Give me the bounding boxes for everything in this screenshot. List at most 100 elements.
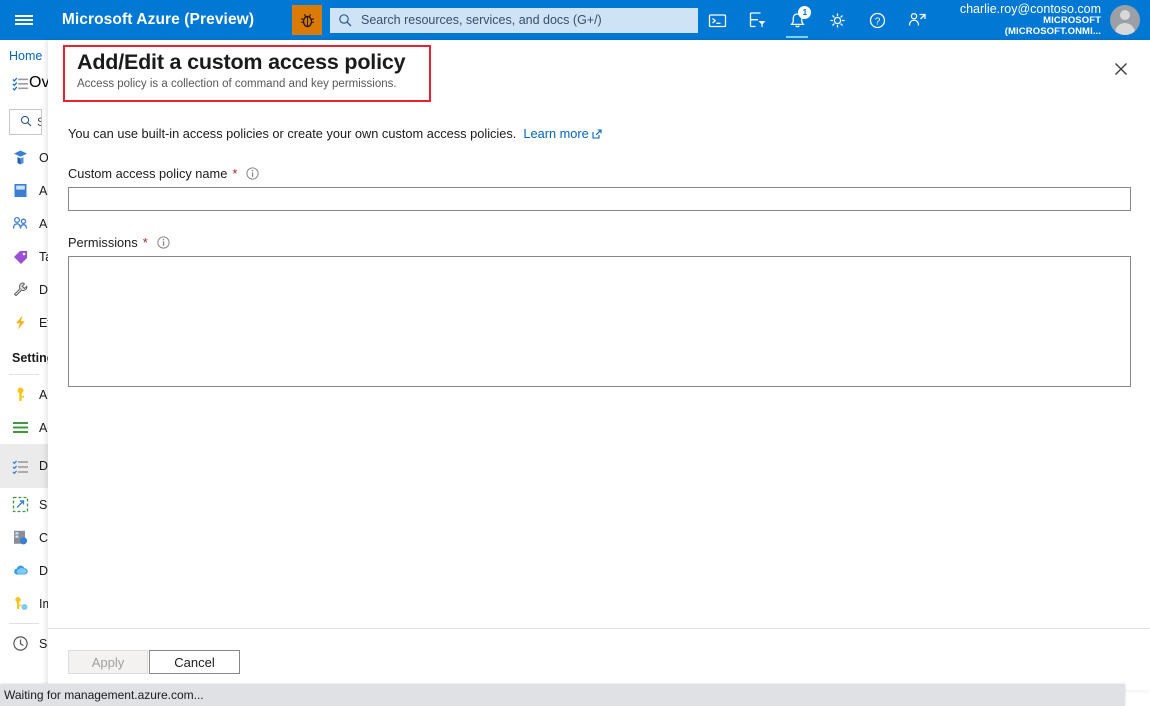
page-title: Add/Edit a custom access policy <box>77 50 406 74</box>
import-key-icon <box>12 595 29 612</box>
sidebar-item-access-control[interactable]: Access control (IAM) <box>0 207 48 240</box>
search-icon <box>338 13 352 27</box>
access-policy-icon <box>12 458 29 475</box>
sidebar-item-label: Import data <box>39 596 48 611</box>
field-label-text: Permissions <box>68 235 138 250</box>
sidebar-item-label: Overview <box>29 74 48 91</box>
intro-text: You can use built-in access policies or … <box>68 126 517 141</box>
sidebar-item-scale[interactable]: Scale <box>0 488 48 521</box>
sidebar-item-overview[interactable]: Overview <box>0 141 48 174</box>
left-navigation-panel: Home Overview Search <box>0 40 48 706</box>
account-info[interactable]: charlie.roy@contoso.com MICROSOFT (MICRO… <box>937 2 1110 38</box>
permissions-label: Permissions * <box>68 235 1130 250</box>
custom-access-policy-name-label: Custom access policy name * <box>68 166 1130 181</box>
cancel-button[interactable]: Cancel <box>149 650 240 674</box>
book-icon <box>12 182 29 199</box>
key-icon <box>12 386 29 403</box>
field-label-text: Custom access policy name <box>68 166 228 181</box>
sidebar-item-events[interactable]: Events <box>0 306 48 339</box>
filter-directory-icon[interactable] <box>738 0 778 40</box>
avatar[interactable] <box>1110 5 1141 35</box>
apply-button[interactable]: Apply <box>68 650 148 674</box>
top-header-bar: Microsoft Azure (Preview) Search resourc… <box>0 0 1150 40</box>
help-question-icon[interactable]: ? <box>857 0 897 40</box>
sidebar-search-input[interactable]: Search <box>9 109 42 135</box>
sidebar-divider <box>9 374 39 375</box>
wrench-icon <box>12 281 29 298</box>
sidebar-item-label: Cluster size <box>39 530 48 545</box>
sidebar-item-label: Access keys <box>39 387 48 402</box>
cloud-shell-icon[interactable] <box>698 0 738 40</box>
settings-gear-icon[interactable] <box>817 0 857 40</box>
sidebar-search-placeholder: Search <box>32 115 41 129</box>
sidebar-item-label: Overview <box>39 150 48 165</box>
search-icon <box>15 115 32 130</box>
page-subtitle: Access policy is a collection of command… <box>77 77 397 90</box>
list-lines-icon <box>12 419 29 436</box>
info-icon[interactable] <box>157 236 170 249</box>
sidebar-item-label: Schedule updates <box>39 636 48 651</box>
required-asterisk: * <box>142 235 148 250</box>
sidebar-item-label: Data Access Configuration <box>39 459 48 473</box>
lightning-icon <box>12 314 29 331</box>
sidebar-item-label: Scale <box>39 497 48 512</box>
sidebar-divider <box>9 623 39 624</box>
notification-badge-count: 1 <box>798 6 812 19</box>
sidebar-item-label: Activity log <box>39 183 48 198</box>
bug-icon[interactable] <box>292 5 322 35</box>
sidebar-item-diagnose[interactable]: Diagnose and solve problems <box>0 273 48 306</box>
intro-text-row: You can use built-in access policies or … <box>68 126 1130 142</box>
global-search-box[interactable] <box>330 7 698 33</box>
permissions-textarea[interactable] <box>68 256 1131 387</box>
sidebar-item-import-data[interactable]: Import data <box>0 587 48 620</box>
checklist-icon <box>12 75 29 92</box>
sidebar-item-data-persistence[interactable]: Data persistence <box>0 554 48 587</box>
sidebar-item-label: Events <box>39 315 48 330</box>
sidebar-item-label: Data persistence <box>39 563 48 578</box>
sidebar-item-overview-header[interactable]: Overview <box>0 63 48 103</box>
info-icon[interactable] <box>246 167 259 180</box>
sidebar-item-cluster-size[interactable]: Cluster size <box>0 521 48 554</box>
sidebar-item-data-access-configuration[interactable]: Data Access Configuration <box>0 444 48 488</box>
blade-header: Add/Edit a custom access policy Access p… <box>48 40 1150 107</box>
sidebar-item-advanced-settings[interactable]: Advanced settings <box>0 411 48 444</box>
custom-access-policy-name-input[interactable] <box>68 187 1131 211</box>
account-email: charlie.roy@contoso.com <box>959 1 1102 16</box>
search-input[interactable] <box>359 12 689 28</box>
clock-icon <box>12 635 29 652</box>
sidebar-item-schedule-updates[interactable]: Schedule updates <box>0 627 48 660</box>
people-icon <box>12 215 29 232</box>
close-icon[interactable] <box>1106 54 1136 84</box>
blade-body: You can use built-in access policies or … <box>48 126 1150 392</box>
sidebar-item-label: Diagnose and solve problems <box>39 282 48 297</box>
server-icon <box>12 529 29 546</box>
custom-access-policy-blade: Add/Edit a custom access policy Access p… <box>48 40 1150 690</box>
blade-footer: Apply Cancel <box>48 628 1150 690</box>
account-tenant: MICROSOFT (MICROSOFT.ONMI... <box>1004 15 1102 38</box>
feedback-person-icon[interactable] <box>897 0 937 40</box>
browser-status-bar: Waiting for management.azure.com... <box>0 684 1125 706</box>
learn-more-label: Learn more <box>523 126 589 141</box>
learn-more-link[interactable]: Learn more <box>523 126 602 142</box>
external-link-icon <box>592 127 602 142</box>
required-asterisk: * <box>232 166 238 181</box>
sidebar-item-label: Advanced settings <box>39 420 48 435</box>
scale-icon <box>12 496 29 513</box>
cloud-icon <box>12 562 29 579</box>
top-icons-group: 1 ? charlie.roy@contoso.com MICROSOFT (M… <box>698 0 1150 40</box>
sidebar-item-tags[interactable]: Tags <box>0 240 48 273</box>
sidebar-section-settings: Settings <box>12 351 48 365</box>
svg-text:?: ? <box>874 16 880 27</box>
hamburger-menu-icon[interactable] <box>0 0 48 40</box>
cube-icon <box>12 149 29 166</box>
brand-title[interactable]: Microsoft Azure (Preview) <box>48 11 254 29</box>
sidebar-item-activity-log[interactable]: Activity log <box>0 174 48 207</box>
sidebar-item-label: Access control (IAM) <box>39 216 48 231</box>
tag-icon <box>12 248 29 265</box>
notifications-bell-icon[interactable]: 1 <box>777 0 817 40</box>
sidebar-item-label: Tags <box>39 249 48 264</box>
blade-title-highlight-box: Add/Edit a custom access policy Access p… <box>63 45 431 102</box>
sidebar-item-access-keys[interactable]: Access keys <box>0 378 48 411</box>
breadcrumb[interactable]: Home <box>0 40 48 63</box>
status-text: Waiting for management.azure.com... <box>4 688 204 702</box>
